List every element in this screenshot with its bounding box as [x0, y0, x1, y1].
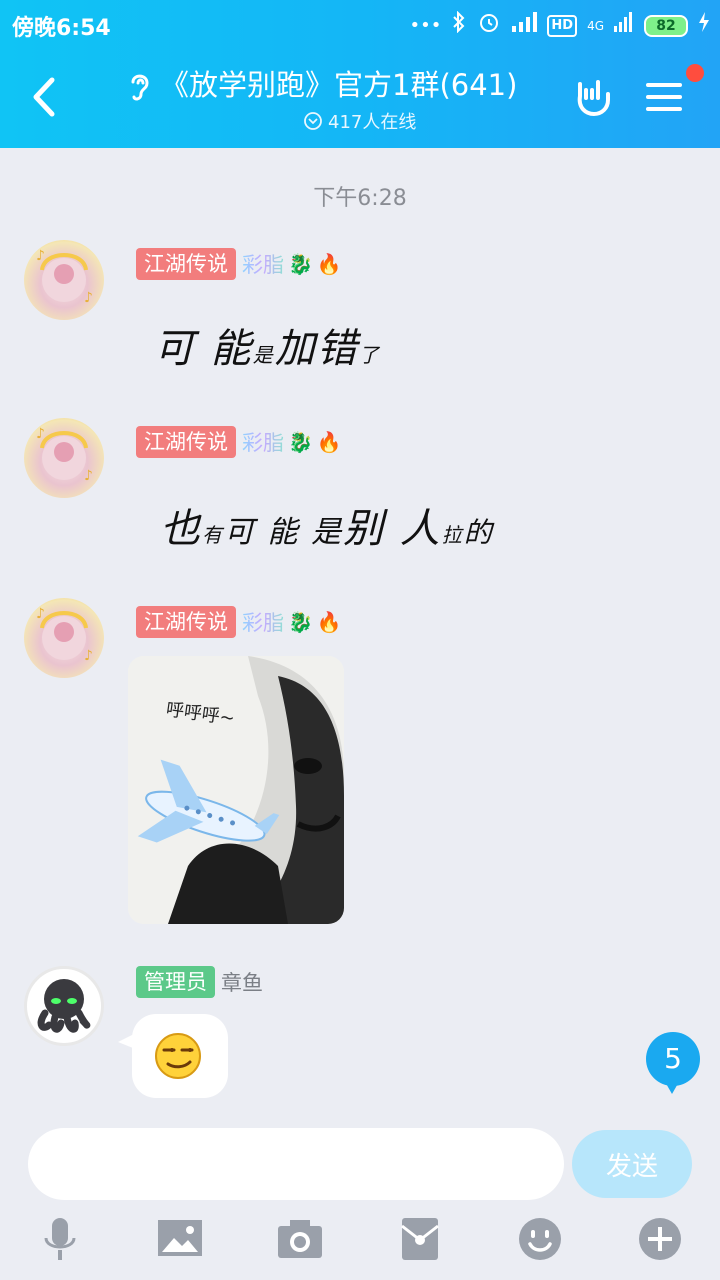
anime-avatar-icon: ♪ ♪: [36, 606, 93, 664]
send-button[interactable]: 发送: [572, 1130, 692, 1198]
message-meta: 江湖传说 彩脂 🐉 🔥: [136, 426, 342, 458]
group-title-area[interactable]: 《放学别跑》官方1群(641): [120, 62, 560, 104]
fire-icon: 🔥: [316, 252, 342, 276]
message-timestamp: 下午6:28: [313, 186, 407, 211]
more-dots-icon: •••: [409, 15, 442, 36]
svg-text:♪: ♪: [36, 248, 45, 264]
status-time: 傍晚6:54: [12, 16, 111, 41]
avatar[interactable]: ♪ ♪: [24, 418, 104, 498]
svg-text:♪: ♪: [84, 290, 93, 306]
unread-count-badge[interactable]: 5: [646, 1032, 700, 1086]
red-packet-button[interactable]: [396, 1216, 444, 1262]
menu-button[interactable]: [644, 80, 684, 114]
battery-indicator: 82: [644, 15, 688, 37]
title-badge: 江湖传说: [136, 248, 236, 280]
image-button[interactable]: [156, 1216, 204, 1262]
camera-button[interactable]: [276, 1216, 324, 1262]
charging-icon: [698, 12, 710, 40]
image-icon: [158, 1220, 202, 1256]
camera-icon: [278, 1220, 322, 1258]
status-icons: ••• HD 4G 82: [410, 10, 710, 42]
rock-hand-icon: [577, 80, 610, 117]
emoji-icon: [519, 1218, 561, 1260]
status-bar: 傍晚6:54 ••• HD 4G 82: [0, 0, 720, 48]
hd-icon: HD: [547, 15, 578, 37]
microphone-icon: [44, 1218, 76, 1260]
text-part: 拉: [441, 523, 464, 547]
text-part: 也: [160, 506, 202, 552]
octopus-avatar-icon: [37, 979, 91, 1033]
text-part: 可 能 是: [224, 515, 344, 550]
meme-sticker: 呼呼呼~: [128, 656, 344, 924]
dragon-icon: 🐉: [288, 252, 313, 276]
sender-name[interactable]: 彩脂: [242, 249, 284, 279]
fire-icon: 🔥: [316, 610, 342, 634]
anime-avatar-icon: ♪ ♪: [36, 426, 93, 484]
text-part: 可 能: [154, 326, 253, 372]
message-meta: 江湖传说 彩脂 🐉 🔥: [136, 606, 342, 638]
online-count[interactable]: 417人在线: [304, 108, 416, 134]
red-packet-icon: [401, 1218, 439, 1260]
anime-avatar-icon: ♪ ♪: [36, 248, 93, 306]
avatar[interactable]: [24, 966, 104, 1046]
plus-icon: [639, 1218, 681, 1260]
voice-button[interactable]: [38, 1216, 86, 1262]
text-part: 了: [358, 343, 381, 367]
group-title: 《放学别跑》官方1群(641): [160, 68, 518, 102]
message-text[interactable]: 也有可 能 是别 人拉的: [160, 496, 494, 554]
signal-icon: [511, 12, 538, 40]
svg-text:♪: ♪: [84, 468, 93, 484]
text-part: 加错: [274, 326, 359, 372]
svg-text:♪: ♪: [36, 426, 45, 442]
more-button[interactable]: [636, 1216, 684, 1262]
header: 傍晚6:54 ••• HD 4G 82 《放学别跑》官方1群(641) 417人…: [0, 0, 720, 148]
message-bubble[interactable]: [132, 1014, 228, 1098]
smirk-face-icon: [155, 1033, 201, 1079]
notification-dot: [686, 64, 704, 82]
admin-badge: 管理员: [136, 966, 215, 998]
dragon-icon: 🐉: [288, 430, 313, 454]
sticker-image[interactable]: 呼呼呼~: [128, 656, 344, 924]
title-badge: 江湖传说: [136, 426, 236, 458]
sender-name[interactable]: 彩脂: [242, 427, 284, 457]
back-arrow-icon: [33, 77, 55, 117]
text-part: 的: [463, 516, 494, 549]
message-input[interactable]: [28, 1128, 564, 1200]
toolbar: [0, 1216, 720, 1266]
message-meta: 江湖传说 彩脂 🐉 🔥: [136, 248, 342, 280]
message-meta: 管理员 章鱼: [136, 966, 263, 998]
network-label: 4G: [587, 19, 604, 33]
online-label: 417人在线: [328, 112, 417, 133]
signal-icon-2: [614, 12, 634, 40]
sender-name[interactable]: 章鱼: [221, 967, 263, 997]
rock-hand-button[interactable]: [572, 76, 614, 118]
chat-area[interactable]: 下午6:28 ♪ ♪ 江湖传说 彩脂 🐉 🔥 可 能是加错了 ♪ ♪ 江湖传说 …: [0, 148, 720, 1110]
menu-icon: [646, 83, 682, 111]
title-badge: 江湖传说: [136, 606, 236, 638]
unread-badge-tail: [664, 1080, 680, 1094]
svg-text:♪: ♪: [36, 606, 45, 622]
bluetooth-icon: [451, 10, 467, 41]
svg-text:♪: ♪: [84, 648, 93, 664]
text-part: 别 人: [343, 506, 442, 552]
fire-icon: 🔥: [316, 430, 342, 454]
avatar[interactable]: ♪ ♪: [24, 240, 104, 320]
text-part: 是: [252, 343, 275, 367]
emoji-button[interactable]: [516, 1216, 564, 1262]
alarm-icon: [477, 10, 501, 42]
avatar[interactable]: ♪ ♪: [24, 598, 104, 678]
sender-name[interactable]: 彩脂: [242, 607, 284, 637]
dragon-icon: 🐉: [288, 610, 313, 634]
text-part: 有: [202, 523, 224, 547]
input-bar: 发送: [0, 1110, 720, 1280]
chevron-circle-icon: [304, 112, 322, 130]
message-text[interactable]: 可 能是加错了: [154, 316, 381, 374]
back-button[interactable]: [28, 72, 62, 122]
